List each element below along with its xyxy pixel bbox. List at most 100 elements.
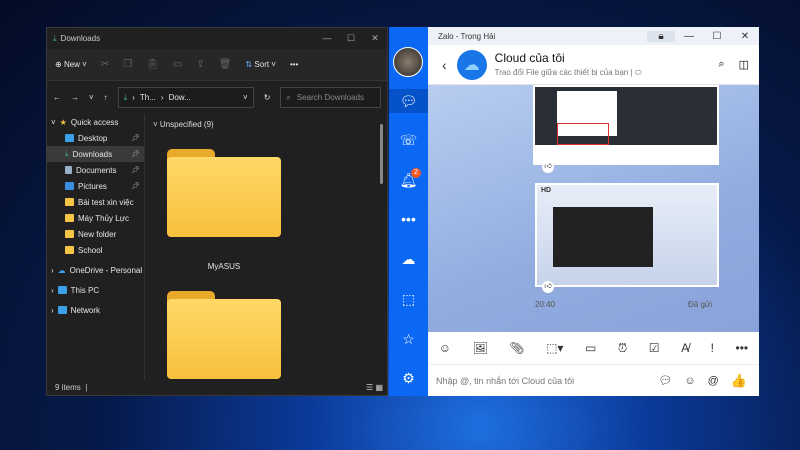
share-icon[interactable]: ⇪ [196,59,204,70]
file-explorer-window: ⤓ Downloads — ☐ ✕ ⊕ New ˅ ✂ ❐ 📋︎ ▭ ⇪ 🗑︎ ⇅ … [46,27,388,396]
forward-icon[interactable]: → [71,93,79,102]
notification-badge: 2 [411,168,421,178]
screenshot-icon[interactable]: ⬚ [389,287,428,311]
address-bar[interactable]: ⤓ › Th... › Dow... ˅ [117,87,254,108]
command-bar: ⊕ New ˅ ✂ ❐ 📋︎ ▭ ⇪ 🗑︎ ⇅ Sort ˅ ••• [47,49,387,81]
contact-card-icon[interactable]: ▭ [585,341,596,355]
like-reaction-icon[interactable]: 👍︎ [542,281,554,293]
screenshot-capture-icon[interactable]: ⬚▾ [546,341,563,355]
breadcrumb-item[interactable]: Th... [140,93,156,102]
image-message[interactable] [533,85,719,165]
screenshot-preview [553,207,653,267]
pin-icon: 📌︎ [131,151,140,158]
document-icon [65,166,72,174]
nav-desktop[interactable]: Desktop 📌︎ [47,130,144,146]
close-button[interactable]: ✕ [731,31,759,42]
title-bar: Zalo - Trọng Hải 🔒︎ — ☐ ✕ [428,27,759,45]
more-icon[interactable]: ••• [736,341,749,355]
status-bar: 9 items | ☰ ▦ [55,382,383,392]
avatar[interactable] [393,47,423,77]
minimize-button[interactable]: — [315,33,339,44]
nav-downloads[interactable]: ⤓ Downloads 📌︎ [47,146,144,162]
message-input[interactable]: Nhập @, tin nhắn tới Cloud của tôi 💬︎ ☺ … [428,365,759,396]
title-bar: ⤓ Downloads — ☐ ✕ [47,28,387,49]
notification-bell-icon[interactable]: 🔔︎ 2 [389,168,428,192]
star-icon[interactable]: ☆ [389,327,428,351]
nav-pictures[interactable]: Pictures 📌︎ [47,178,144,194]
back-icon[interactable]: ‹ [442,57,447,73]
sent-status: Đã gửi [688,300,713,309]
nav-quick-access[interactable]: ˅ ★ Quick access [47,114,144,130]
back-icon[interactable]: ← [53,93,61,102]
nav-folder[interactable]: Bài test xin việc [47,194,144,210]
emoji-icon[interactable]: ☺ [684,375,695,387]
message-time: 20:40 [535,300,556,309]
folder-icon [65,214,74,222]
nav-network[interactable]: › Network [47,302,144,318]
delete-icon[interactable]: 🗑︎ [219,59,232,70]
new-button[interactable]: ⊕ New ˅ [55,60,87,69]
search-input[interactable]: ⌕ Search Downloads [280,87,381,108]
task-icon[interactable]: ☑ [649,341,660,355]
cloud-avatar-icon: ☁ [456,49,487,80]
folder-icon [65,198,74,206]
more-button[interactable]: ••• [290,60,298,69]
nav-this-pc[interactable]: › This PC [47,282,144,298]
pin-icon: 📌︎ [131,183,140,190]
contacts-icon[interactable]: ☏ [389,128,428,152]
nav-folder[interactable]: Máy Thủy Lực [47,210,144,226]
maximize-button[interactable]: ☐ [339,33,363,44]
close-button[interactable]: ✕ [363,33,387,44]
cloud-icon[interactable]: ☁ [389,247,428,271]
folder-item[interactable] [167,291,281,379]
panel-toggle-icon[interactable]: ◫ [739,58,749,71]
navigation-pane: ˅ ★ Quick access Desktop 📌︎ ⤓ Downloads 📌︎ D… [47,114,145,380]
file-view: ˅ Unspecified (9) MyASUS [147,114,387,380]
pictures-icon [65,182,74,190]
sort-button[interactable]: ⇅ Sort ˅ [245,60,276,69]
like-reaction-icon[interactable]: 👍︎ [542,161,554,173]
nav-documents[interactable]: Documents 📌︎ [47,162,144,178]
network-icon [57,306,67,314]
nav-folder[interactable]: School [47,242,144,258]
important-icon[interactable]: ! [711,341,714,355]
messages-icon[interactable]: 💬︎ [389,89,428,113]
refresh-icon[interactable]: ↻ [264,93,271,102]
reminder-clock-icon[interactable]: ⏰︎ [618,341,627,356]
rename-icon[interactable]: ▭ [173,59,182,70]
hd-badge: HD [541,187,552,194]
maximize-button[interactable]: ☐ [703,31,731,42]
recent-chevron-icon[interactable]: ˅ [89,93,94,102]
group-header[interactable]: ˅ Unspecified (9) [153,120,214,129]
nav-folder[interactable]: New folder [47,226,144,242]
breadcrumb-item[interactable]: Dow... [169,93,191,102]
chat-subtitle: Trao đổi File giữa các thiết bị của bạn [494,68,629,77]
more-icon[interactable]: ••• [389,207,428,231]
attachment-icon[interactable]: 📎︎ [509,341,524,355]
sticker-icon[interactable]: ☺ [439,341,451,355]
lock-icon[interactable]: 🔒︎ [647,30,675,42]
download-icon: ⤓ [53,33,57,43]
scrollbar[interactable] [380,124,383,184]
copy-icon[interactable]: ❐ [123,59,132,70]
address-row: ← → ˅ ↑ ⤓ › Th... › Dow... ˅ ↻ ⌕ Search Dow… [47,81,387,114]
nav-onedrive[interactable]: › ☁ OneDrive - Personal [47,262,144,278]
mention-icon[interactable]: @ [708,375,719,387]
quick-message-icon[interactable]: 💬︎ [658,374,672,387]
paste-icon[interactable]: 📋︎ [146,59,159,70]
up-icon[interactable]: ↑ [104,93,108,102]
chevron-down-icon[interactable]: ˅ [243,93,248,102]
minimize-button[interactable]: — [675,31,703,42]
text-format-icon[interactable]: A̸ [681,341,689,355]
tag-icon[interactable]: ⬭ [635,68,642,77]
pin-icon: 📌︎ [131,167,140,174]
search-icon[interactable]: ⌕ [718,58,724,71]
folder-item[interactable] [167,149,281,237]
settings-gear-icon[interactable]: ⚙ [389,366,428,390]
image-icon[interactable]: 🖼︎ [473,341,488,355]
folder-label[interactable]: MyASUS [167,262,281,271]
view-toggle-icons[interactable]: ☰ ▦ [366,383,383,392]
thumbs-up-icon[interactable]: 👍 [731,373,747,389]
image-message[interactable]: HD [535,183,719,287]
cut-icon[interactable]: ✂ [101,59,109,70]
